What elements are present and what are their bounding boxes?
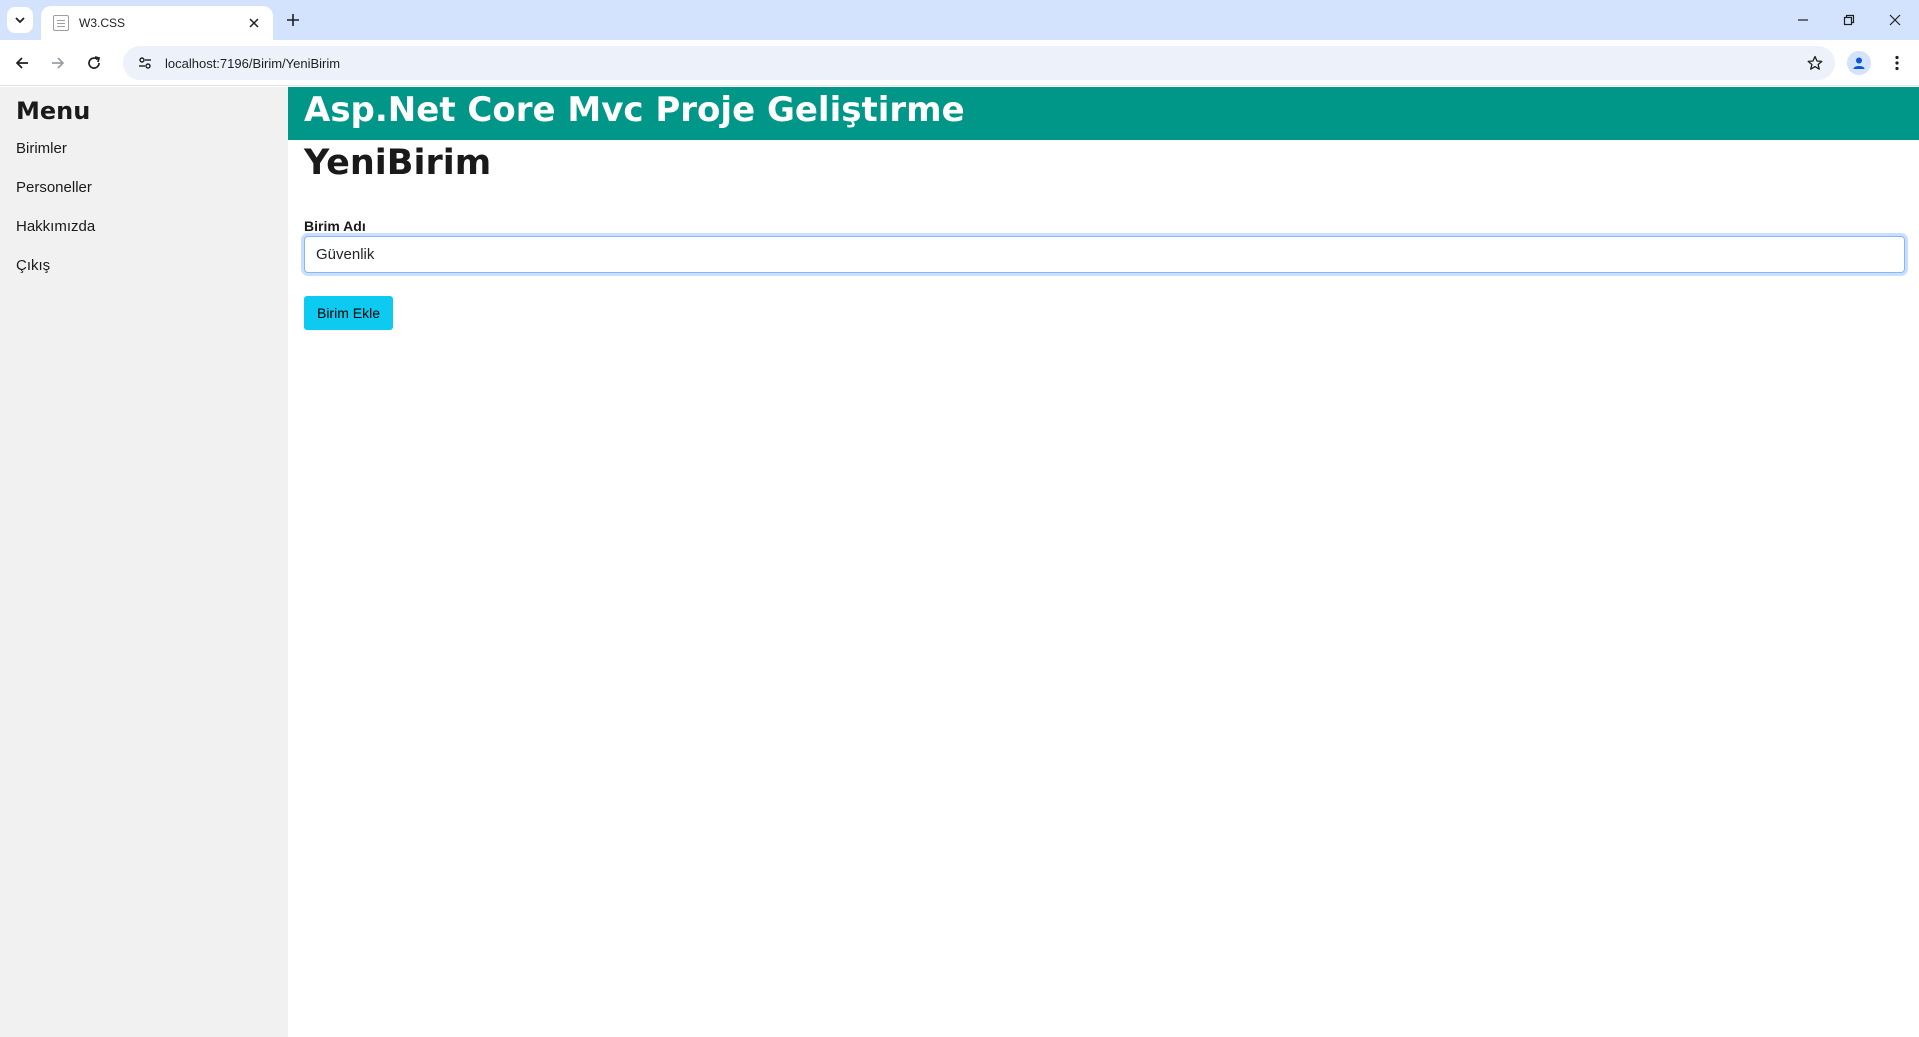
birim-adi-input[interactable]: [304, 236, 1905, 273]
sidebar-item-personeller[interactable]: Personeller: [0, 168, 288, 206]
close-icon: [249, 18, 259, 28]
birim-adi-label: Birim Adı: [304, 218, 366, 234]
browser-toolbar: localhost:7196/Birim/YeniBirim: [0, 40, 1919, 86]
address-bar[interactable]: localhost:7196/Birim/YeniBirim: [123, 46, 1835, 80]
restore-button[interactable]: [1826, 0, 1872, 40]
page-title: YeniBirim: [304, 143, 492, 183]
reload-icon: [88, 56, 101, 69]
tab-title: W3.CSS: [79, 16, 126, 30]
close-icon: [1889, 14, 1901, 26]
more-vertical-icon: [1895, 55, 1899, 71]
tune-icon: [139, 57, 151, 69]
bookmark-button[interactable]: [1801, 49, 1829, 77]
tab-search-button[interactable]: [7, 7, 33, 33]
tab-close-button[interactable]: [245, 14, 263, 32]
new-tab-button[interactable]: [281, 8, 305, 32]
browser-tabstrip: W3.CSS: [0, 0, 1919, 40]
chevron-down-icon: [15, 17, 25, 24]
minimize-button[interactable]: [1780, 0, 1826, 40]
header-title: Asp.Net Core Mvc Proje Geliştirme: [304, 90, 965, 130]
person-icon: [1853, 57, 1865, 69]
forward-button[interactable]: [44, 49, 72, 77]
sidebar-heading: Menu: [16, 97, 91, 125]
page-favicon-icon: [53, 15, 69, 31]
birim-ekle-button[interactable]: Birim Ekle: [304, 296, 393, 330]
sidebar-item-hakkimizda[interactable]: Hakkımızda: [0, 207, 288, 245]
sidebar: Menu Birimler Personeller Hakkımızda Çık…: [0, 87, 288, 1037]
main-content: Asp.Net Core Mvc Proje Geliştirme YeniBi…: [288, 87, 1919, 1037]
star-icon: [1807, 55, 1823, 70]
plus-icon: [287, 14, 299, 26]
minimize-icon: [1798, 19, 1808, 21]
arrow-right-icon: [52, 57, 65, 69]
restore-icon: [1843, 14, 1855, 26]
profile-button[interactable]: [1847, 51, 1871, 75]
site-info-button[interactable]: [135, 53, 155, 73]
back-button[interactable]: [8, 49, 36, 77]
arrow-left-icon: [15, 57, 28, 69]
reload-button[interactable]: [80, 49, 108, 77]
browser-tab-active[interactable]: W3.CSS: [41, 6, 273, 40]
browser-menu-button[interactable]: [1885, 51, 1909, 75]
window-close-button[interactable]: [1872, 0, 1918, 40]
page-viewport: Menu Birimler Personeller Hakkımızda Çık…: [0, 87, 1919, 1037]
sidebar-item-birimler[interactable]: Birimler: [0, 129, 288, 167]
header-bar: Asp.Net Core Mvc Proje Geliştirme: [288, 87, 1919, 140]
sidebar-item-cikis[interactable]: Çıkış: [0, 246, 288, 284]
address-bar-url: localhost:7196/Birim/YeniBirim: [165, 55, 341, 71]
